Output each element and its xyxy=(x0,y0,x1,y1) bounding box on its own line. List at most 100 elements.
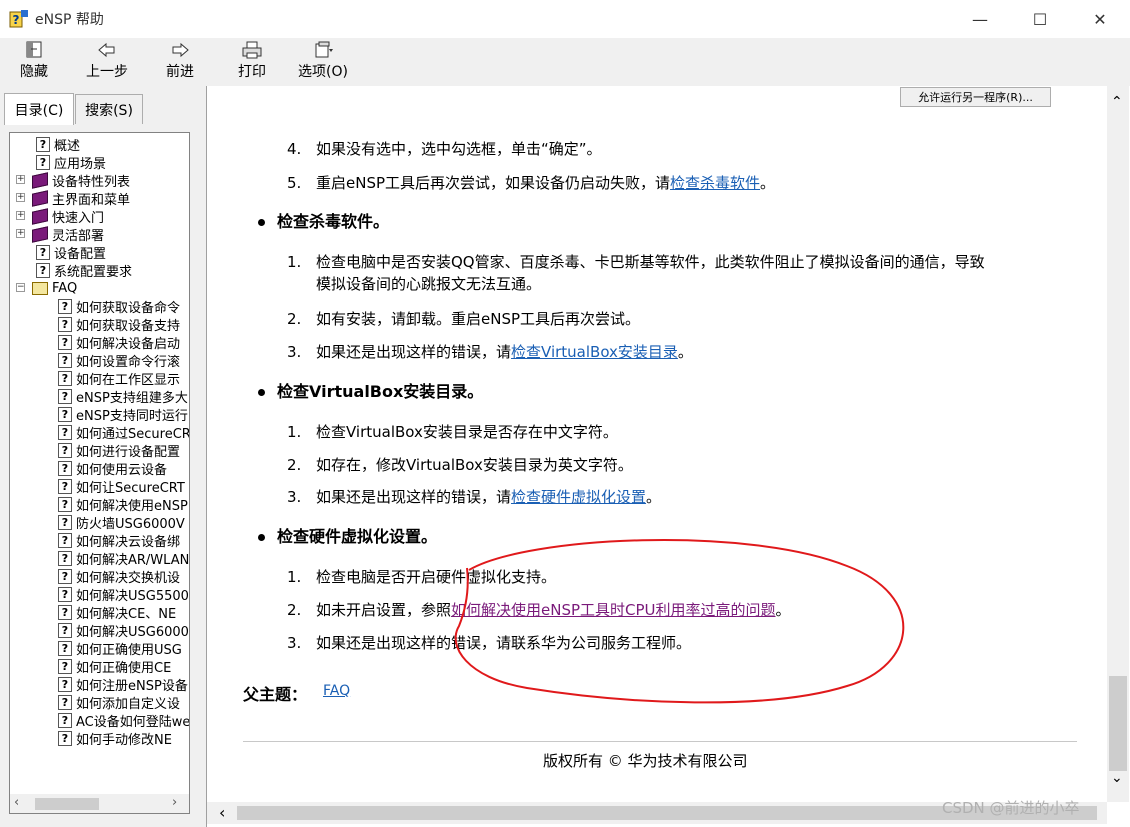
copyright-footer: 版权所有 © 华为技术有限公司 xyxy=(543,752,748,770)
navigation-pane: 目录(C) 搜索(S) ? 概述 ? 应用场景 + 设备特性列表 + 主界面和菜单 … xyxy=(0,86,200,827)
faq-item-label: 如何进行设备配置 xyxy=(76,444,181,460)
expand-icon[interactable]: + xyxy=(16,193,25,202)
tree-item[interactable]: 快速入门 xyxy=(32,207,104,226)
print-label: 打印 xyxy=(238,64,266,80)
cpu-usage-faq-link[interactable]: 如何解决使用eNSP工具时CPU利用率过高的问题 xyxy=(451,601,776,619)
faq-item-label: AC设备如何登陆web xyxy=(76,714,190,730)
faq-list-item[interactable]: ? 如何通过SecureCR xyxy=(58,423,189,442)
maximize-button[interactable]: ☐ xyxy=(1010,0,1070,38)
step-number: 3. xyxy=(287,488,302,506)
step-number: 1. xyxy=(287,253,302,271)
scroll-left-icon[interactable]: ‹ xyxy=(219,803,225,822)
faq-list-item[interactable]: ? 如何解决CE、NE xyxy=(58,603,177,622)
scroll-up-icon[interactable]: ⌃ xyxy=(1111,94,1123,110)
tab-contents[interactable]: 目录(C) xyxy=(4,93,74,125)
faq-list-item[interactable]: ? 如何获取设备命令 xyxy=(58,297,180,316)
tree-item-label: FAQ xyxy=(52,280,78,296)
tab-search[interactable]: 搜索(S) xyxy=(75,94,143,124)
help-page-icon: ? xyxy=(58,460,72,476)
scroll-down-icon[interactable]: ⌄ xyxy=(1111,770,1123,786)
printer-icon xyxy=(242,41,262,59)
faq-list-item[interactable]: ? 如何注册eNSP设备 xyxy=(58,675,188,694)
tree-item[interactable]: ? 应用场景 xyxy=(36,153,107,172)
faq-item-label: eNSP支持同时运行 xyxy=(76,408,188,424)
step-text: 检查电脑中是否安装QQ管家、百度杀毒、卡巴斯基等软件，此类软件阻止了模拟设备间的… xyxy=(316,253,985,271)
help-page-icon: ? xyxy=(58,370,72,386)
faq-list-item[interactable]: ? 如何解决设备启动 xyxy=(58,333,181,352)
faq-list-item[interactable]: ? 如何添加自定义设 xyxy=(58,693,180,712)
arrow-right-icon xyxy=(172,42,189,58)
faq-list-item[interactable]: ? eNSP支持组建多大 xyxy=(58,387,188,406)
content-vertical-scrollbar[interactable]: ⌃ ⌄ xyxy=(1107,86,1129,802)
faq-item-label: 如何解决CE、NE xyxy=(76,606,177,622)
forward-button[interactable]: 前进 xyxy=(166,40,194,84)
faq-list-item[interactable]: ? 如何在工作区显示 xyxy=(58,369,180,388)
faq-list-item[interactable]: ? 如何使用云设备 xyxy=(58,459,167,478)
tree-item[interactable]: 设备特性列表 xyxy=(32,171,130,190)
step-text: 如果没有选中，选中勾选框，单击“确定”。 xyxy=(316,140,602,158)
tree-item-label: 应用场景 xyxy=(54,156,107,172)
faq-list-item[interactable]: ? 如何进行设备配置 xyxy=(58,441,181,460)
faq-item-label: 如何解决使用eNSP xyxy=(76,498,188,514)
close-button[interactable]: ✕ xyxy=(1070,0,1130,38)
faq-list-item[interactable]: ? 如何解决AR/WLAN xyxy=(58,549,189,568)
faq-list-item[interactable]: ? 如何设置命令行滚 xyxy=(58,351,180,370)
scroll-right-icon[interactable]: › xyxy=(172,795,177,810)
book-icon xyxy=(32,225,48,243)
help-page-icon: ? xyxy=(58,712,72,728)
faq-item-label: 如何解决设备启动 xyxy=(76,336,181,352)
faq-item-label: 如何手动修改NE xyxy=(76,732,172,748)
help-page-icon: ? xyxy=(58,298,72,314)
run-another-program-label: 允许运行另一程序(R)... xyxy=(918,91,1033,104)
tree-item[interactable]: ? 系统配置要求 xyxy=(36,261,133,280)
scroll-thumb[interactable] xyxy=(35,798,99,810)
step-text: 如有安装，请卸载。重启eNSP工具后再次尝试。 xyxy=(316,310,641,328)
faq-list-item[interactable]: ? 如何正确使用USG xyxy=(58,639,182,658)
step-text: 如果还是出现这样的错误，请检查硬件虚拟化设置。 xyxy=(316,486,661,508)
options-button[interactable]: 选项(O) xyxy=(298,40,348,84)
hide-button[interactable]: 隐藏 xyxy=(20,40,48,84)
help-page-icon: ? xyxy=(58,316,72,332)
arrow-left-icon xyxy=(98,42,115,58)
expand-icon[interactable]: + xyxy=(16,229,25,238)
faq-list-item[interactable]: ? 如何解决USG5500 xyxy=(58,585,189,604)
tree-item[interactable]: 灵活部署 xyxy=(32,225,104,244)
hide-pane-icon xyxy=(26,41,42,58)
print-button[interactable]: 打印 xyxy=(238,40,266,84)
tree-horizontal-scrollbar[interactable]: ‹ › xyxy=(9,794,190,814)
faq-list-item[interactable]: ? 如何解决使用eNSP xyxy=(58,495,188,514)
collapse-icon[interactable]: − xyxy=(16,283,25,292)
faq-list-item[interactable]: ? 如何解决USG6000 xyxy=(58,621,189,640)
parent-topic-link[interactable]: FAQ xyxy=(323,683,350,699)
tree-item[interactable]: 主界面和菜单 xyxy=(32,189,130,208)
check-hw-virtualization-link[interactable]: 检查硬件虚拟化设置 xyxy=(511,488,646,506)
check-virtualbox-link[interactable]: 检查VirtualBox安装目录 xyxy=(511,343,678,361)
check-antivirus-link[interactable]: 检查杀毒软件 xyxy=(670,174,760,192)
run-another-program-button[interactable]: 允许运行另一程序(R)... xyxy=(900,87,1051,107)
scroll-left-icon[interactable]: ‹ xyxy=(14,795,19,810)
expand-icon[interactable]: + xyxy=(16,175,25,184)
faq-list-item[interactable]: ? AC设备如何登陆web xyxy=(58,711,190,730)
help-page-icon: ? xyxy=(58,514,72,530)
expand-icon[interactable]: + xyxy=(16,211,25,220)
help-page-icon: ? xyxy=(58,730,72,746)
tree-item-faq[interactable]: FAQ xyxy=(32,279,77,297)
faq-list-item[interactable]: ? 防火墙USG6000V xyxy=(58,513,185,532)
tree-item[interactable]: ? 设备配置 xyxy=(36,243,106,262)
tree-item[interactable]: ? 概述 xyxy=(36,135,80,154)
scroll-thumb[interactable] xyxy=(1109,676,1127,771)
faq-list-item[interactable]: ? 如何解决云设备绑 xyxy=(58,531,180,550)
faq-list-item[interactable]: ? 如何获取设备支持 xyxy=(58,315,180,334)
faq-list-item[interactable]: ? eNSP支持同时运行 xyxy=(58,405,188,424)
minimize-button[interactable]: — xyxy=(950,0,1010,38)
faq-list-item[interactable]: ? 如何正确使用CE xyxy=(58,657,171,676)
faq-list-item[interactable]: ? 如何手动修改NE xyxy=(58,729,172,748)
faq-list-item[interactable]: ? 如何让SecureCRT xyxy=(58,477,185,496)
faq-list-item[interactable]: ? 如何解决交换机设 xyxy=(58,567,180,586)
back-button[interactable]: 上一步 xyxy=(86,40,128,84)
help-page-icon: ? xyxy=(36,244,50,260)
step-text: 重启eNSP工具后再次尝试，如果设备仍启动失败，请检查杀毒软件。 xyxy=(316,172,775,194)
contents-tree[interactable]: ? 概述 ? 应用场景 + 设备特性列表 + 主界面和菜单 + 快速入门 + 灵活部… xyxy=(9,132,190,806)
tab-contents-label: 目录(C) xyxy=(14,102,64,119)
tree-item-label: 系统配置要求 xyxy=(54,264,133,280)
